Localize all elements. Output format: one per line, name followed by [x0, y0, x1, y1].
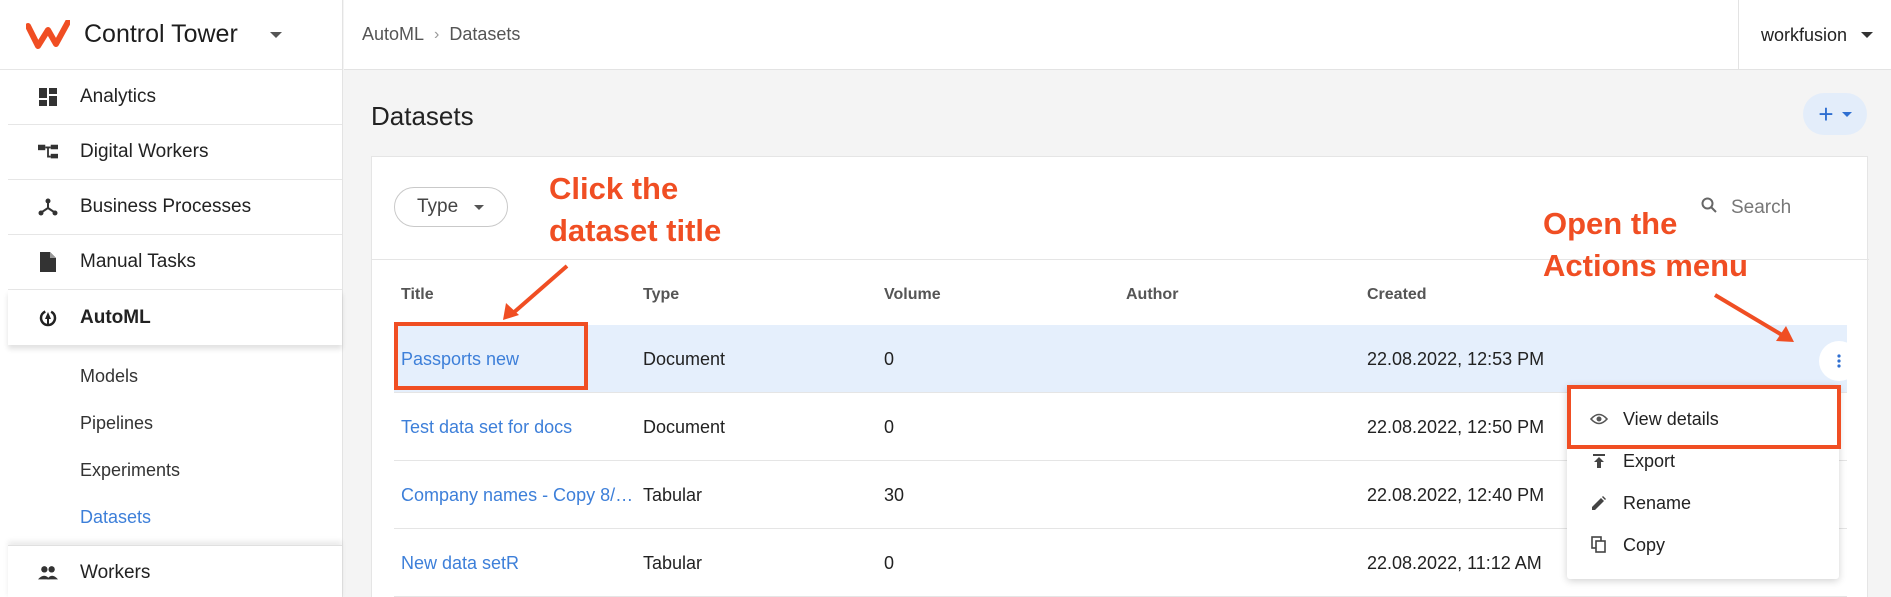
chevron-down-icon — [269, 31, 282, 38]
dataset-type: Tabular — [643, 553, 703, 573]
people-icon — [38, 563, 58, 583]
column-header-created[interactable]: Created — [1367, 286, 1427, 304]
annotation-line: Actions menu — [1543, 248, 1748, 283]
sidebar-item-label: Analytics — [80, 86, 157, 107]
account-menu[interactable]: workfusion — [1738, 0, 1891, 70]
column-header-volume[interactable]: Volume — [884, 286, 941, 304]
sidebar-item-business-processes[interactable]: Business Processes — [8, 180, 342, 235]
dataset-title-link[interactable]: New data setR — [401, 553, 519, 574]
chevron-down-icon — [1861, 32, 1874, 38]
dataset-title-link[interactable]: Company names - Copy 8/… — [401, 485, 633, 506]
sidebar-item-label: AutoML — [80, 306, 151, 328]
menu-item-label: Rename — [1623, 492, 1692, 513]
app-switcher[interactable]: Control Tower — [0, 0, 342, 70]
account-name: workfusion — [1761, 24, 1848, 45]
annotation-line: Click the — [549, 171, 679, 206]
dataset-type: Tabular — [643, 485, 703, 505]
upload-icon — [1589, 454, 1609, 468]
add-dataset-button[interactable]: + — [1803, 93, 1867, 135]
annotation-click-title: Click the dataset title — [549, 168, 721, 252]
sidebar-item-label: Digital Workers — [80, 141, 209, 162]
subnav-item-experiments[interactable]: Experiments — [0, 447, 342, 494]
column-header-type[interactable]: Type — [643, 286, 679, 304]
top-bar: AutoML › Datasets workfusion — [344, 0, 1891, 70]
annotation-line: Open the — [1543, 206, 1678, 241]
sidebar-item-analytics[interactable]: Analytics — [8, 70, 342, 125]
dataset-volume: 0 — [884, 553, 895, 573]
table-row[interactable]: Passports new Document 0 22.08.2022, 12:… — [394, 325, 1859, 393]
copy-icon — [1589, 536, 1609, 554]
sidebar-item-workers[interactable]: Workers — [8, 545, 342, 597]
dataset-created: 22.08.2022, 12:50 PM — [1367, 417, 1545, 437]
sidebar-item-manual-tasks[interactable]: Manual Tasks — [8, 235, 342, 290]
annotation-open-actions: Open the Actions menu — [1543, 203, 1748, 287]
pencil-icon — [1589, 496, 1609, 510]
subnav-item-models[interactable]: Models — [0, 353, 342, 400]
highlight-view-details — [1567, 385, 1841, 449]
menu-item-copy[interactable]: Copy — [1567, 524, 1839, 566]
chevron-down-icon — [474, 204, 485, 210]
document-icon — [38, 252, 58, 272]
dataset-type: Document — [643, 349, 726, 369]
hierarchy-icon — [38, 142, 58, 162]
dataset-volume: 30 — [884, 485, 905, 505]
sidebar: Control Tower Analytics Digital Workers … — [0, 0, 343, 597]
dataset-created: 22.08.2022, 11:12 AM — [1367, 553, 1542, 573]
app-title: Control Tower — [84, 20, 238, 48]
chevron-right-icon: › — [434, 25, 440, 43]
dataset-created: 22.08.2022, 12:40 PM — [1367, 485, 1545, 505]
breadcrumb-current: Datasets — [449, 24, 521, 44]
dataset-volume: 0 — [884, 417, 895, 437]
dataset-created: 22.08.2022, 12:53 PM — [1367, 349, 1545, 369]
breadcrumb: AutoML › Datasets — [362, 24, 520, 45]
column-header-title[interactable]: Title — [401, 286, 434, 304]
dataset-volume: 0 — [884, 349, 895, 369]
chevron-down-icon — [1841, 111, 1852, 117]
sidebar-item-label: Manual Tasks — [80, 251, 196, 272]
automl-subnav: Models Pipelines Experiments Datasets — [0, 345, 342, 545]
dataset-title-link[interactable]: Test data set for docs — [401, 417, 572, 438]
highlight-dataset-title — [394, 322, 588, 390]
annotation-line: dataset title — [549, 213, 722, 248]
page-title: Datasets — [371, 101, 474, 131]
type-filter-button[interactable]: Type — [394, 187, 508, 227]
automl-icon — [38, 308, 58, 328]
more-vert-icon — [1837, 354, 1841, 368]
dashboard-icon — [38, 87, 58, 107]
workfusion-logo-icon — [26, 19, 70, 49]
subnav-item-datasets[interactable]: Datasets — [0, 494, 342, 541]
sidebar-item-automl[interactable]: AutoML — [8, 290, 342, 345]
breadcrumb-root[interactable]: AutoML — [362, 24, 424, 45]
column-header-author[interactable]: Author — [1126, 286, 1178, 304]
subnav-item-pipelines[interactable]: Pipelines — [0, 400, 342, 447]
sidebar-item-label: Workers — [80, 561, 151, 583]
menu-item-rename[interactable]: Rename — [1567, 482, 1839, 524]
menu-item-label: Export — [1623, 450, 1676, 471]
process-icon — [38, 197, 58, 217]
sidebar-item-digital-workers[interactable]: Digital Workers — [8, 125, 342, 180]
dataset-type: Document — [643, 417, 726, 437]
actions-menu-button[interactable] — [1819, 341, 1859, 381]
plus-icon: + — [1818, 98, 1834, 129]
type-filter-label: Type — [417, 196, 459, 217]
menu-item-label: Copy — [1623, 534, 1666, 555]
sidebar-item-label: Business Processes — [80, 196, 252, 217]
